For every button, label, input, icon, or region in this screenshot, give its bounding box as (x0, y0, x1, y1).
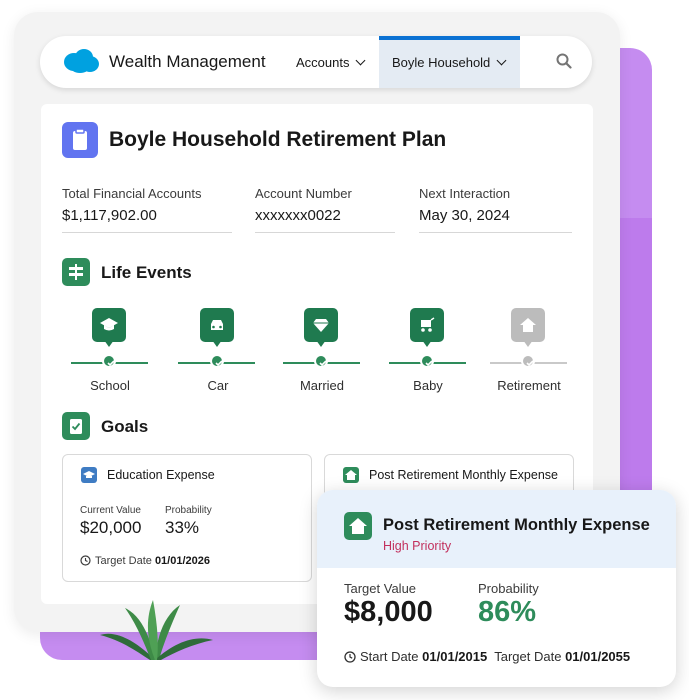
tab-label: Boyle Household (392, 55, 491, 70)
home-icon (343, 467, 359, 483)
target-value-label: Target Value (344, 581, 417, 596)
event-label: Car (207, 378, 229, 393)
check-icon (314, 354, 328, 368)
search-icon[interactable] (556, 53, 572, 69)
cloud-logo-icon[interactable] (62, 48, 100, 74)
goal-title: Education Expense (107, 468, 215, 482)
accounts-menu[interactable]: Accounts (296, 55, 366, 70)
chevron-down-icon (496, 55, 507, 66)
life-events-title: Life Events (101, 263, 192, 282)
goals-title: Goals (101, 417, 149, 436)
clipboard-icon (62, 122, 98, 158)
goal-card-education[interactable]: Education Expense Current Value Probabil… (62, 454, 312, 582)
start-date-value: 01/01/2015 (422, 649, 488, 664)
check-icon (210, 354, 224, 368)
life-events-icon (62, 258, 90, 286)
popup-dates-row: Start Date 01/01/2015 Target Date 01/01/… (344, 649, 630, 664)
car-icon (200, 308, 234, 347)
diamond-icon (304, 308, 338, 347)
field-account-number: Account Number xxxxxxx0022 (255, 186, 395, 233)
page-title: Boyle Household Retirement Plan (109, 128, 447, 151)
field-value: xxxxxxx0022 (255, 207, 341, 224)
clock-icon (80, 555, 91, 566)
clock-icon (344, 651, 356, 663)
start-date-label: Start Date (360, 649, 419, 664)
target-date-value: 01/01/2026 (154, 555, 210, 567)
accounts-menu-label: Accounts (296, 55, 350, 70)
field-total-financial-accounts: Total Financial Accounts $1,117,902.00 (62, 186, 232, 233)
home-icon (511, 308, 545, 347)
event-label: Retirement (497, 378, 561, 393)
stroller-icon (410, 308, 444, 347)
field-label: Next Interaction (419, 186, 511, 201)
tab-boyle-household[interactable]: Boyle Household (379, 36, 520, 88)
target-date-label: Target Date (494, 649, 562, 664)
probability-value: 86% (478, 596, 537, 628)
check-icon (420, 354, 434, 368)
priority-badge: High Priority (383, 539, 452, 553)
event-label: Married (299, 378, 345, 393)
field-label: Account Number (255, 186, 352, 201)
probability-value: 33% (165, 518, 200, 537)
plant-illustration (100, 600, 213, 660)
target-date-row: Target Date 01/01/2026 (80, 555, 210, 567)
goal-detail-popup[interactable]: Post Retirement Monthly Expense High Pri… (317, 490, 676, 687)
field-next-interaction: Next Interaction May 30, 2024 (419, 186, 572, 233)
target-date-label: Target Date (95, 555, 152, 567)
graduation-cap-icon (92, 308, 126, 347)
app-title: Wealth Management (109, 52, 266, 71)
chevron-down-icon (356, 55, 366, 66)
education-icon (81, 467, 97, 483)
current-value: $20,000 (80, 518, 142, 537)
check-icon (521, 354, 535, 368)
target-date-value: 01/01/2055 (565, 649, 631, 664)
target-value: $8,000 (344, 596, 433, 628)
probability-label: Probability (165, 505, 212, 516)
goals-icon (62, 412, 90, 440)
current-value-label: Current Value (80, 505, 141, 516)
field-value: $1,117,902.00 (62, 207, 157, 224)
check-icon (102, 354, 116, 368)
popup-title: Post Retirement Monthly Expense (383, 516, 650, 534)
field-label: Total Financial Accounts (62, 186, 202, 201)
top-navbar: Wealth Management Accounts Boyle Househo… (40, 36, 592, 88)
goal-title: Post Retirement Monthly Expense (369, 468, 558, 482)
home-icon (344, 512, 372, 540)
event-label: School (90, 378, 130, 393)
probability-label: Probability (478, 581, 539, 596)
event-label: Baby (413, 378, 443, 393)
field-value: May 30, 2024 (419, 207, 510, 224)
